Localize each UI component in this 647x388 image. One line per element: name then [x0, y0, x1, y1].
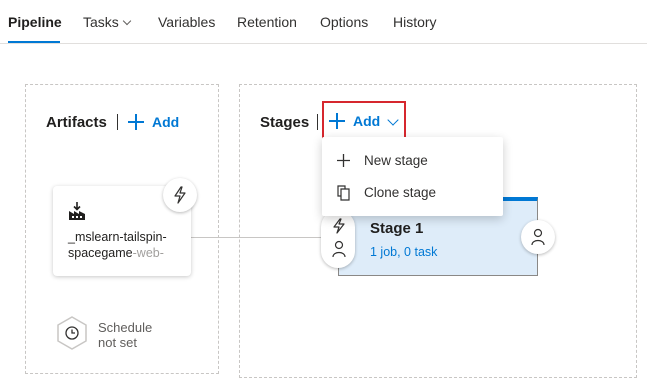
post-deployment-conditions-button[interactable] — [521, 220, 555, 254]
tab-bar: Pipeline Tasks Variables Retention Optio… — [0, 0, 647, 44]
schedule-trigger[interactable]: Schedule not set — [56, 316, 186, 356]
active-tab-indicator — [8, 41, 60, 43]
add-artifact-label: Add — [152, 114, 180, 130]
person-icon — [531, 228, 545, 246]
title-separator — [117, 114, 118, 130]
stages-title: Stages — [260, 114, 310, 131]
lightning-icon — [174, 186, 186, 204]
artifact-name-line1: _mslearn-tailspin- — [68, 230, 167, 244]
tab-variables[interactable]: Variables — [158, 14, 215, 30]
menu-item-clone-stage[interactable]: Clone stage — [322, 177, 503, 209]
build-artifact-icon — [69, 202, 85, 220]
artifact-name: _mslearn-tailspin- spacegame-web- — [68, 229, 167, 261]
tab-history[interactable]: History — [393, 14, 437, 30]
menu-item-new-stage[interactable]: New stage — [322, 145, 503, 177]
title-separator — [317, 114, 318, 130]
schedule-label: Schedule not set — [98, 320, 152, 350]
stage-summary[interactable]: 1 job, 0 task — [370, 245, 437, 259]
tab-retention[interactable]: Retention — [237, 14, 297, 30]
pre-deployment-conditions[interactable] — [321, 210, 355, 268]
schedule-line1: Schedule — [98, 320, 153, 335]
clock-icon — [57, 316, 87, 350]
menu-item-label: New stage — [364, 153, 428, 168]
chevron-down-icon — [122, 16, 132, 26]
tab-tasks[interactable]: Tasks — [83, 14, 132, 30]
add-stage-menu: New stage Clone stage — [322, 137, 503, 216]
highlight-box — [322, 101, 406, 139]
artifact-name-main: spacegame — [68, 246, 133, 260]
stage-name: Stage 1 — [370, 220, 424, 237]
menu-item-label: Clone stage — [364, 185, 437, 200]
lightning-icon — [333, 218, 345, 234]
continuous-deployment-trigger-button[interactable] — [163, 178, 197, 212]
plus-icon — [128, 114, 144, 130]
artifact-name-line2: spacegame-web- — [68, 245, 167, 261]
schedule-line2: not set — [98, 335, 138, 350]
tab-tasks-label: Tasks — [83, 14, 119, 30]
artifact-name-truncated: -web- — [132, 246, 164, 260]
clone-icon — [337, 185, 350, 201]
tab-pipeline[interactable]: Pipeline — [8, 14, 62, 30]
person-icon — [332, 240, 346, 258]
artifacts-title: Artifacts — [46, 114, 107, 131]
plus-icon — [337, 154, 350, 167]
tab-options[interactable]: Options — [320, 14, 368, 30]
